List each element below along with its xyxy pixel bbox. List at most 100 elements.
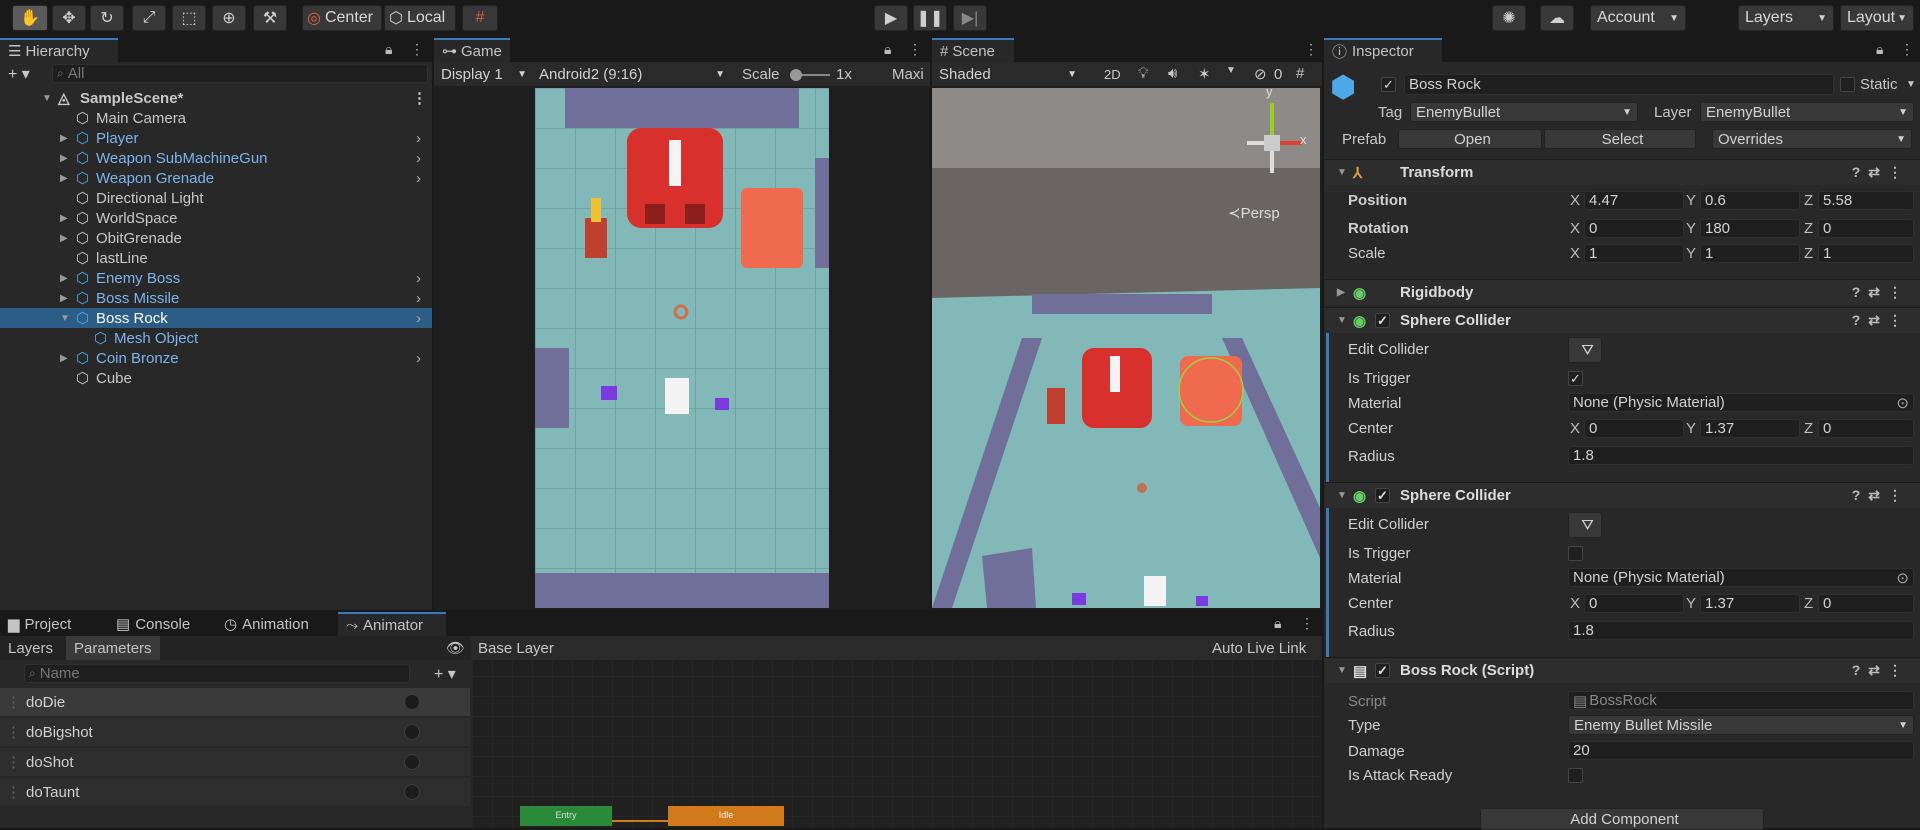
add-parameter-button[interactable]: + ▾ <box>434 664 456 684</box>
pivot-center-button[interactable]: ◎ Center <box>302 5 382 31</box>
visibility-hidden-icon[interactable]: ⊘ <box>1254 65 1267 83</box>
lock-icon[interactable]: 🔒︎ <box>385 41 392 58</box>
transform-tool-icon[interactable]: ⊕ <box>212 5 246 31</box>
damage-input[interactable]: 20 <box>1568 741 1914 760</box>
tab-inspector[interactable]: ⓘ Inspector <box>1324 38 1442 62</box>
chevron-right-icon[interactable]: › <box>416 150 421 167</box>
chevron-right-icon[interactable]: › <box>416 170 421 187</box>
drag-handle-icon[interactable]: ⋮ <box>6 693 21 711</box>
trigger-radio[interactable] <box>404 784 420 800</box>
effects-icon[interactable]: ✶ <box>1198 65 1211 83</box>
parameter-search-input[interactable]: ⌕ Name <box>24 664 410 683</box>
tab-scene[interactable]: # Scene <box>932 38 1014 62</box>
material-field[interactable]: None (Physic Material) ⊙ <box>1568 393 1914 412</box>
light-bulb-icon[interactable]: 💡︎ <box>1138 65 1149 82</box>
transform-scale-x-input[interactable]: 1 <box>1584 244 1684 263</box>
tab-project[interactable]: ▆ Project <box>0 612 110 636</box>
scale-tool-icon[interactable]: ⤢ <box>132 5 166 31</box>
kebab-menu-icon[interactable]: ⋮ <box>410 41 424 58</box>
cloud-icon[interactable]: ☁ <box>1540 5 1574 31</box>
hand-tool-icon[interactable]: ✋ <box>12 5 48 31</box>
add-component-button[interactable]: Add Component <box>1480 808 1764 830</box>
drag-handle-icon[interactable]: ⋮ <box>6 723 21 741</box>
sphere-collider-header[interactable]: ▼ ◉ ✓ Sphere Collider ?⇄⋮ <box>1325 307 1920 333</box>
hierarchy-item[interactable]: ⬡ Cube <box>0 368 432 388</box>
transform-rotation-y-input[interactable]: 180 <box>1700 219 1800 238</box>
transform-rotation-z-input[interactable]: 0 <box>1818 219 1914 238</box>
kebab-menu-icon[interactable]: ⋮ <box>1304 41 1318 58</box>
prefab-select-button[interactable]: Select <box>1544 129 1696 149</box>
hierarchy-item[interactable]: ⬡ lastLine <box>0 248 432 268</box>
tag-dropdown[interactable]: EnemyBullet ▼ <box>1410 102 1638 122</box>
services-icon[interactable]: ✺ <box>1492 5 1526 31</box>
radius-input[interactable]: 1.8 <box>1568 621 1914 640</box>
chevron-right-icon[interactable]: › <box>416 270 421 287</box>
animator-graph[interactable]: Base Layer Auto Live Link Entry Idle <box>472 636 1322 828</box>
triangle-right-icon[interactable]: ▶ <box>60 233 68 244</box>
tab-animation[interactable]: ◷ Animation <box>216 612 336 636</box>
hierarchy-item[interactable]: ▶ ⬡ Boss Missile › <box>0 288 432 308</box>
center-x-input[interactable]: 0 <box>1584 419 1684 438</box>
triangle-right-icon[interactable]: ▶ <box>60 153 68 164</box>
layer-dropdown[interactable]: EnemyBullet ▼ <box>1700 102 1914 122</box>
rigidbody-header[interactable]: ▶ ◉ Rigidbody ?⇄⋮ <box>1325 279 1920 305</box>
scene-render[interactable]: y x ≺Persp <box>932 88 1320 608</box>
pivot-local-button[interactable]: ⬡ Local <box>384 5 456 31</box>
center-x-input[interactable]: 0 <box>1584 594 1684 613</box>
transform-header[interactable]: ▼ ⅄ Transform ?⇄⋮ <box>1325 159 1920 185</box>
step-button-icon[interactable]: ▶| <box>953 5 987 31</box>
triangle-right-icon[interactable]: ▶ <box>60 273 68 284</box>
center-z-input[interactable]: 0 <box>1818 419 1914 438</box>
script-header[interactable]: ▼ ▤ ✓ Boss Rock (Script) ?⇄⋮ <box>1325 657 1920 683</box>
hierarchy-item[interactable]: ▶ ⬡ Enemy Boss › <box>0 268 432 288</box>
object-picker-icon[interactable]: ⊙ <box>1896 569 1909 587</box>
center-y-input[interactable]: 1.37 <box>1700 594 1800 613</box>
parameter-row[interactable]: ⋮ doDie <box>0 688 470 716</box>
kebab-menu-icon[interactable]: ⋮ <box>908 41 922 58</box>
hierarchy-item[interactable]: ▶ ⬡ Weapon SubMachineGun › <box>0 148 432 168</box>
chevron-right-icon[interactable]: › <box>416 290 421 307</box>
object-name-input[interactable]: Boss Rock <box>1404 74 1834 95</box>
add-object-button[interactable]: + ▾ <box>8 64 30 84</box>
kebab-menu-icon[interactable]: ⋮ <box>412 89 427 107</box>
parameter-row[interactable]: ⋮ doShot <box>0 748 470 776</box>
display-dropdown[interactable]: Display 1 ▼ <box>436 64 532 84</box>
is-trigger-checkbox[interactable] <box>1568 546 1583 561</box>
lock-icon[interactable]: 🔒︎ <box>1274 615 1281 632</box>
hierarchy-item[interactable]: ▼ ⬡ Boss Rock › <box>0 308 432 328</box>
hierarchy-item[interactable]: ▶ ⬡ WorldSpace <box>0 208 432 228</box>
rotate-tool-icon[interactable]: ↻ <box>90 5 124 31</box>
material-field[interactable]: None (Physic Material) ⊙ <box>1568 568 1914 587</box>
sphere-collider-header[interactable]: ▼ ◉ ✓ Sphere Collider ?⇄⋮ <box>1325 482 1920 508</box>
rect-tool-icon[interactable]: ⬚ <box>172 5 206 31</box>
breadcrumb-base-layer[interactable]: Base Layer <box>478 640 554 657</box>
state-idle[interactable]: Idle <box>668 806 784 826</box>
drag-handle-icon[interactable]: ⋮ <box>6 783 21 801</box>
type-dropdown[interactable]: Enemy Bullet Missile ▼ <box>1568 715 1914 735</box>
hierarchy-item[interactable]: ⬡ Directional Light <box>0 188 432 208</box>
hierarchy-item[interactable]: ▶ ⬡ Weapon Grenade › <box>0 168 432 188</box>
tab-hierarchy[interactable]: ☰ Hierarchy <box>0 38 118 62</box>
tab-console[interactable]: ▤ Console <box>108 612 218 636</box>
account-dropdown[interactable]: Account ▼ <box>1590 5 1686 31</box>
overrides-dropdown[interactable]: Overrides ▼ <box>1712 129 1912 149</box>
state-entry[interactable]: Entry <box>520 806 612 826</box>
hierarchy-item[interactable]: ⬡ Main Camera <box>0 108 432 128</box>
component-menu-icons[interactable]: ?⇄⋮ <box>1852 662 1910 679</box>
edit-collider-icon[interactable]: ⛛ <box>1568 337 1602 363</box>
hierarchy-item[interactable]: ▶ ⬡ Player › <box>0 128 432 148</box>
subtab-layers[interactable]: Layers <box>0 636 61 660</box>
grid-icon[interactable]: # <box>1296 65 1304 82</box>
drag-handle-icon[interactable]: ⋮ <box>6 753 21 771</box>
grid-snap-icon[interactable]: # <box>462 5 498 31</box>
parameter-row[interactable]: ⋮ doTaunt <box>0 778 470 806</box>
shading-dropdown[interactable]: Shaded ▼ <box>934 64 1082 84</box>
component-menu-icons[interactable]: ?⇄⋮ <box>1852 164 1910 181</box>
hierarchy-search-input[interactable]: ⌕ All <box>52 64 428 83</box>
component-menu-icons[interactable]: ?⇄⋮ <box>1852 284 1910 301</box>
transform-scale-z-input[interactable]: 1 <box>1818 244 1914 263</box>
maximize-toggle[interactable]: Maxi <box>892 66 924 83</box>
triangle-right-icon[interactable]: ▶ <box>60 133 68 144</box>
layout-dropdown[interactable]: Layout ▼ <box>1840 5 1914 31</box>
static-checkbox[interactable] <box>1840 77 1855 92</box>
